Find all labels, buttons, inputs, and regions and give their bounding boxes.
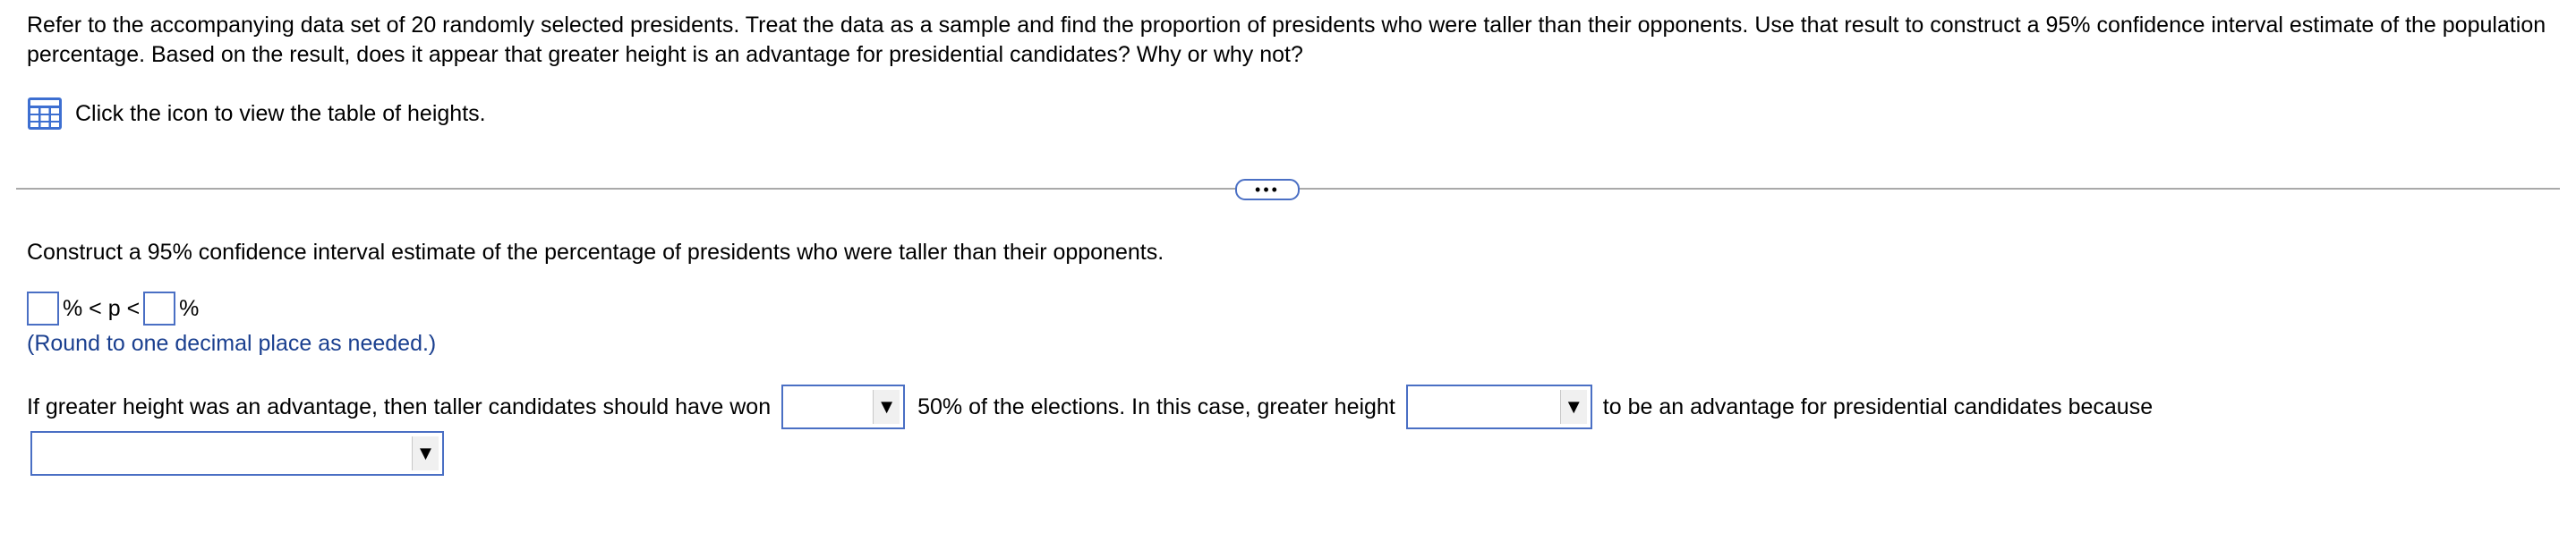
lower-bound-input[interactable] xyxy=(27,292,59,326)
height-advantage-dropdown[interactable]: ▼ xyxy=(1405,385,1592,429)
height-advantage-sentence: If greater height was an advantage, then… xyxy=(27,385,2153,429)
dropdown-arrow-icon[interactable]: ▼ xyxy=(412,436,439,470)
dropdown-arrow-icon[interactable]: ▼ xyxy=(1559,390,1587,424)
sentence-text-3: to be an advantage for presidential cand… xyxy=(1602,393,2154,419)
more-options-button[interactable]: ••• xyxy=(1235,179,1300,200)
question-text: Refer to the accompanying data set of 20… xyxy=(27,13,2546,67)
confidence-interval-row: % < p < % xyxy=(27,292,199,326)
table-grid-icon[interactable] xyxy=(27,97,63,131)
percent-sign: % xyxy=(179,295,200,321)
interval-inequality-text: % < p < xyxy=(63,295,141,321)
won-comparison-dropdown[interactable]: ▼ xyxy=(781,385,906,429)
sentence-text-2: 50% of the elections. In this case, grea… xyxy=(917,393,1395,419)
view-table-label[interactable]: Click the icon to view the table of heig… xyxy=(75,101,486,127)
sentence-text-1: If greater height was an advantage, then… xyxy=(27,393,772,419)
dropdown-arrow-icon[interactable]: ▼ xyxy=(873,390,900,424)
upper-bound-input[interactable] xyxy=(143,292,176,326)
rounding-hint: (Round to one decimal place as needed.) xyxy=(27,331,437,356)
view-table-link[interactable]: Click the icon to view the table of heig… xyxy=(27,97,486,131)
confidence-interval-prompt: Construct a 95% confidence interval esti… xyxy=(27,240,1164,265)
reason-dropdown[interactable]: ▼ xyxy=(30,431,444,476)
